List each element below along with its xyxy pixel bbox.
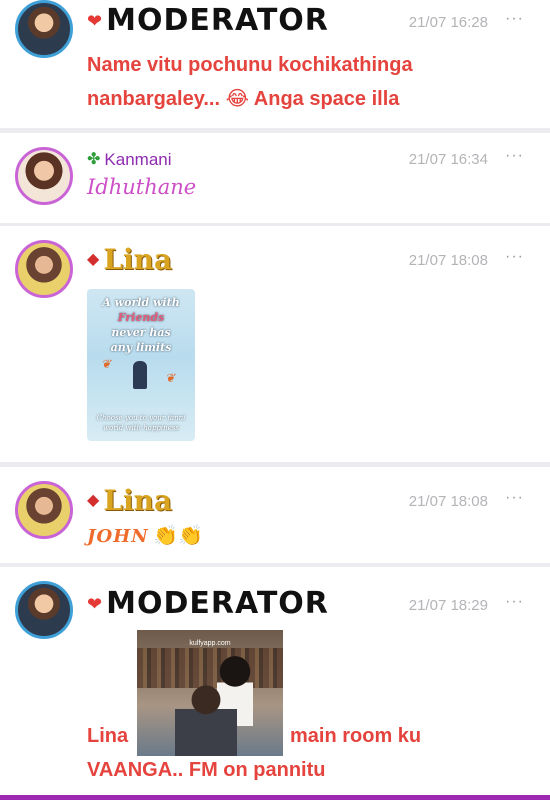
- sender-name[interactable]: MODERATOR: [106, 589, 329, 619]
- heart-icon: ❤: [87, 11, 103, 31]
- message-1: ❤ MODERATOR 21/07 16:28 ··· Name vitu po…: [0, 0, 550, 128]
- more-options-icon[interactable]: ···: [505, 10, 524, 28]
- timestamp: 21/07 18:08: [408, 493, 488, 510]
- gif-image[interactable]: kulfyapp.com: [137, 630, 283, 756]
- avatar[interactable]: [15, 240, 73, 298]
- timestamp: 21/07 16:34: [408, 151, 488, 168]
- timestamp: 21/07 18:08: [408, 252, 488, 269]
- more-options-icon[interactable]: ···: [505, 489, 524, 507]
- message-text-part2: main room ku: [290, 725, 422, 747]
- man-figure-graphic: [175, 678, 237, 756]
- bottom-bar: [0, 795, 550, 800]
- message-text: Idhuthane: [87, 175, 197, 199]
- message-2: ✤ Kanmani 21/07 16:34 ··· Idhuthane: [0, 133, 550, 223]
- gem-icon: ◆: [87, 492, 100, 509]
- sticker-image[interactable]: A world with Friends never has any limit…: [87, 289, 195, 441]
- message-text: Name vitu pochunu kochikathinga nanbarga…: [87, 54, 413, 110]
- sender-name[interactable]: Kanmani: [104, 150, 171, 170]
- message-text: JOHN 👏👏: [87, 525, 203, 547]
- sender-name[interactable]: Lina: [103, 487, 172, 515]
- gem-icon: ◆: [87, 251, 100, 268]
- avatar[interactable]: [15, 481, 73, 539]
- message-4: ◆ Lina 21/07 18:08 ··· JOHN 👏👏: [0, 467, 550, 563]
- avatar[interactable]: [15, 147, 73, 205]
- more-options-icon[interactable]: ···: [505, 147, 524, 165]
- sender-name[interactable]: Lina: [103, 246, 172, 274]
- sender-row: ◆ Lina: [87, 487, 172, 515]
- message-text-part3: VAANGA.. FM on pannitu: [87, 759, 326, 781]
- laughing-emoji: 😂: [225, 88, 249, 110]
- clover-icon: ✤: [87, 151, 101, 168]
- more-options-icon[interactable]: ···: [505, 593, 524, 611]
- sender-name[interactable]: MODERATOR: [106, 6, 329, 36]
- sender-row: ❤ MODERATOR: [87, 589, 329, 619]
- message-3: ◆ Lina 21/07 18:08 ··· A world with Frie…: [0, 226, 550, 462]
- timestamp: 21/07 18:29: [408, 597, 488, 614]
- more-options-icon[interactable]: ···: [505, 248, 524, 266]
- sender-row: ◆ Lina: [87, 246, 172, 274]
- sender-row: ❤ MODERATOR: [87, 6, 329, 36]
- avatar[interactable]: [15, 581, 73, 639]
- heart-icon: ❤: [87, 594, 103, 614]
- timestamp: 21/07 16:28: [408, 14, 488, 31]
- message-text-part1: Lina: [87, 725, 129, 747]
- sender-row: ✤ Kanmani: [87, 150, 172, 170]
- gif-watermark: kulfyapp.com: [189, 640, 231, 647]
- message-5: ❤ MODERATOR 21/07 18:29 ··· kulfyapp.com…: [0, 567, 550, 795]
- butterfly-icon: ❦: [101, 357, 112, 371]
- avatar[interactable]: [15, 0, 73, 58]
- butterfly-icon: ❦: [165, 371, 176, 385]
- clapping-emoji: 👏👏: [153, 525, 203, 547]
- jumping-person-graphic: [133, 361, 147, 389]
